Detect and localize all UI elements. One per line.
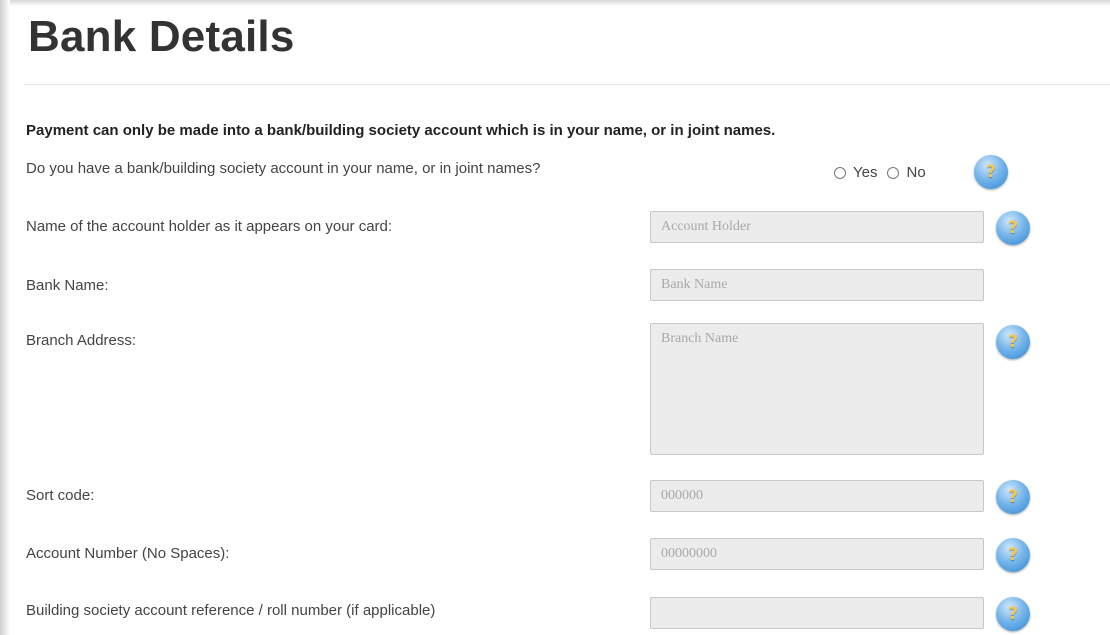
- roll-number-row: Building society account reference / rol…: [26, 597, 1106, 633]
- branch-address-row: Branch Address: ?: [26, 323, 1106, 459]
- has-account-no-option[interactable]: No: [887, 164, 926, 181]
- radio-yes-label: Yes: [853, 164, 878, 181]
- has-account-radio-group: Yes No: [834, 164, 936, 181]
- question-mark-icon: ?: [1008, 604, 1018, 624]
- has-account-row: Do you have a bank/building society acco…: [26, 155, 1106, 194]
- account-holder-input[interactable]: [650, 211, 984, 243]
- help-button-account-holder[interactable]: ?: [996, 211, 1030, 245]
- sort-code-input[interactable]: [650, 480, 984, 512]
- has-account-label: Do you have a bank/building society acco…: [26, 160, 541, 177]
- help-button-has-account[interactable]: ?: [974, 155, 1008, 189]
- question-mark-icon: ?: [1008, 332, 1018, 352]
- radio-no[interactable]: [887, 166, 900, 179]
- sort-code-label: Sort code:: [26, 487, 95, 504]
- branch-address-label: Branch Address:: [26, 332, 137, 349]
- question-mark-icon: ?: [986, 162, 996, 182]
- payment-notice: Payment can only be made into a bank/bui…: [26, 122, 776, 139]
- help-button-branch-address[interactable]: ?: [996, 325, 1030, 359]
- page-title: Bank Details: [28, 12, 295, 61]
- radio-no-label: No: [906, 164, 926, 181]
- question-mark-icon: ?: [1008, 218, 1018, 238]
- title-divider: [24, 84, 1110, 85]
- account-holder-row: Name of the account holder as it appears…: [26, 211, 1106, 247]
- account-number-row: Account Number (No Spaces): ?: [26, 538, 1106, 574]
- question-mark-icon: ?: [1008, 487, 1018, 507]
- bank-name-label: Bank Name:: [26, 277, 109, 294]
- roll-number-input[interactable]: [650, 597, 984, 629]
- bank-details-form: Bank Details Payment can only be made in…: [24, 0, 1110, 635]
- bank-name-input[interactable]: [650, 269, 984, 301]
- radio-yes[interactable]: [834, 166, 846, 179]
- has-account-yes-option[interactable]: Yes: [834, 164, 877, 181]
- help-button-account-number[interactable]: ?: [996, 538, 1030, 572]
- bank-name-row: Bank Name:: [26, 269, 1106, 305]
- sort-code-row: Sort code: ?: [26, 480, 1106, 516]
- question-mark-icon: ?: [1008, 545, 1018, 565]
- left-edge-shadow: [0, 0, 10, 635]
- help-button-sort-code[interactable]: ?: [996, 480, 1030, 514]
- branch-address-textarea[interactable]: [650, 323, 984, 455]
- roll-number-label: Building society account reference / rol…: [26, 602, 436, 619]
- account-holder-label: Name of the account holder as it appears…: [26, 218, 393, 235]
- account-number-label: Account Number (No Spaces):: [26, 545, 230, 562]
- account-number-input[interactable]: [650, 538, 984, 570]
- help-button-roll-number[interactable]: ?: [996, 597, 1030, 631]
